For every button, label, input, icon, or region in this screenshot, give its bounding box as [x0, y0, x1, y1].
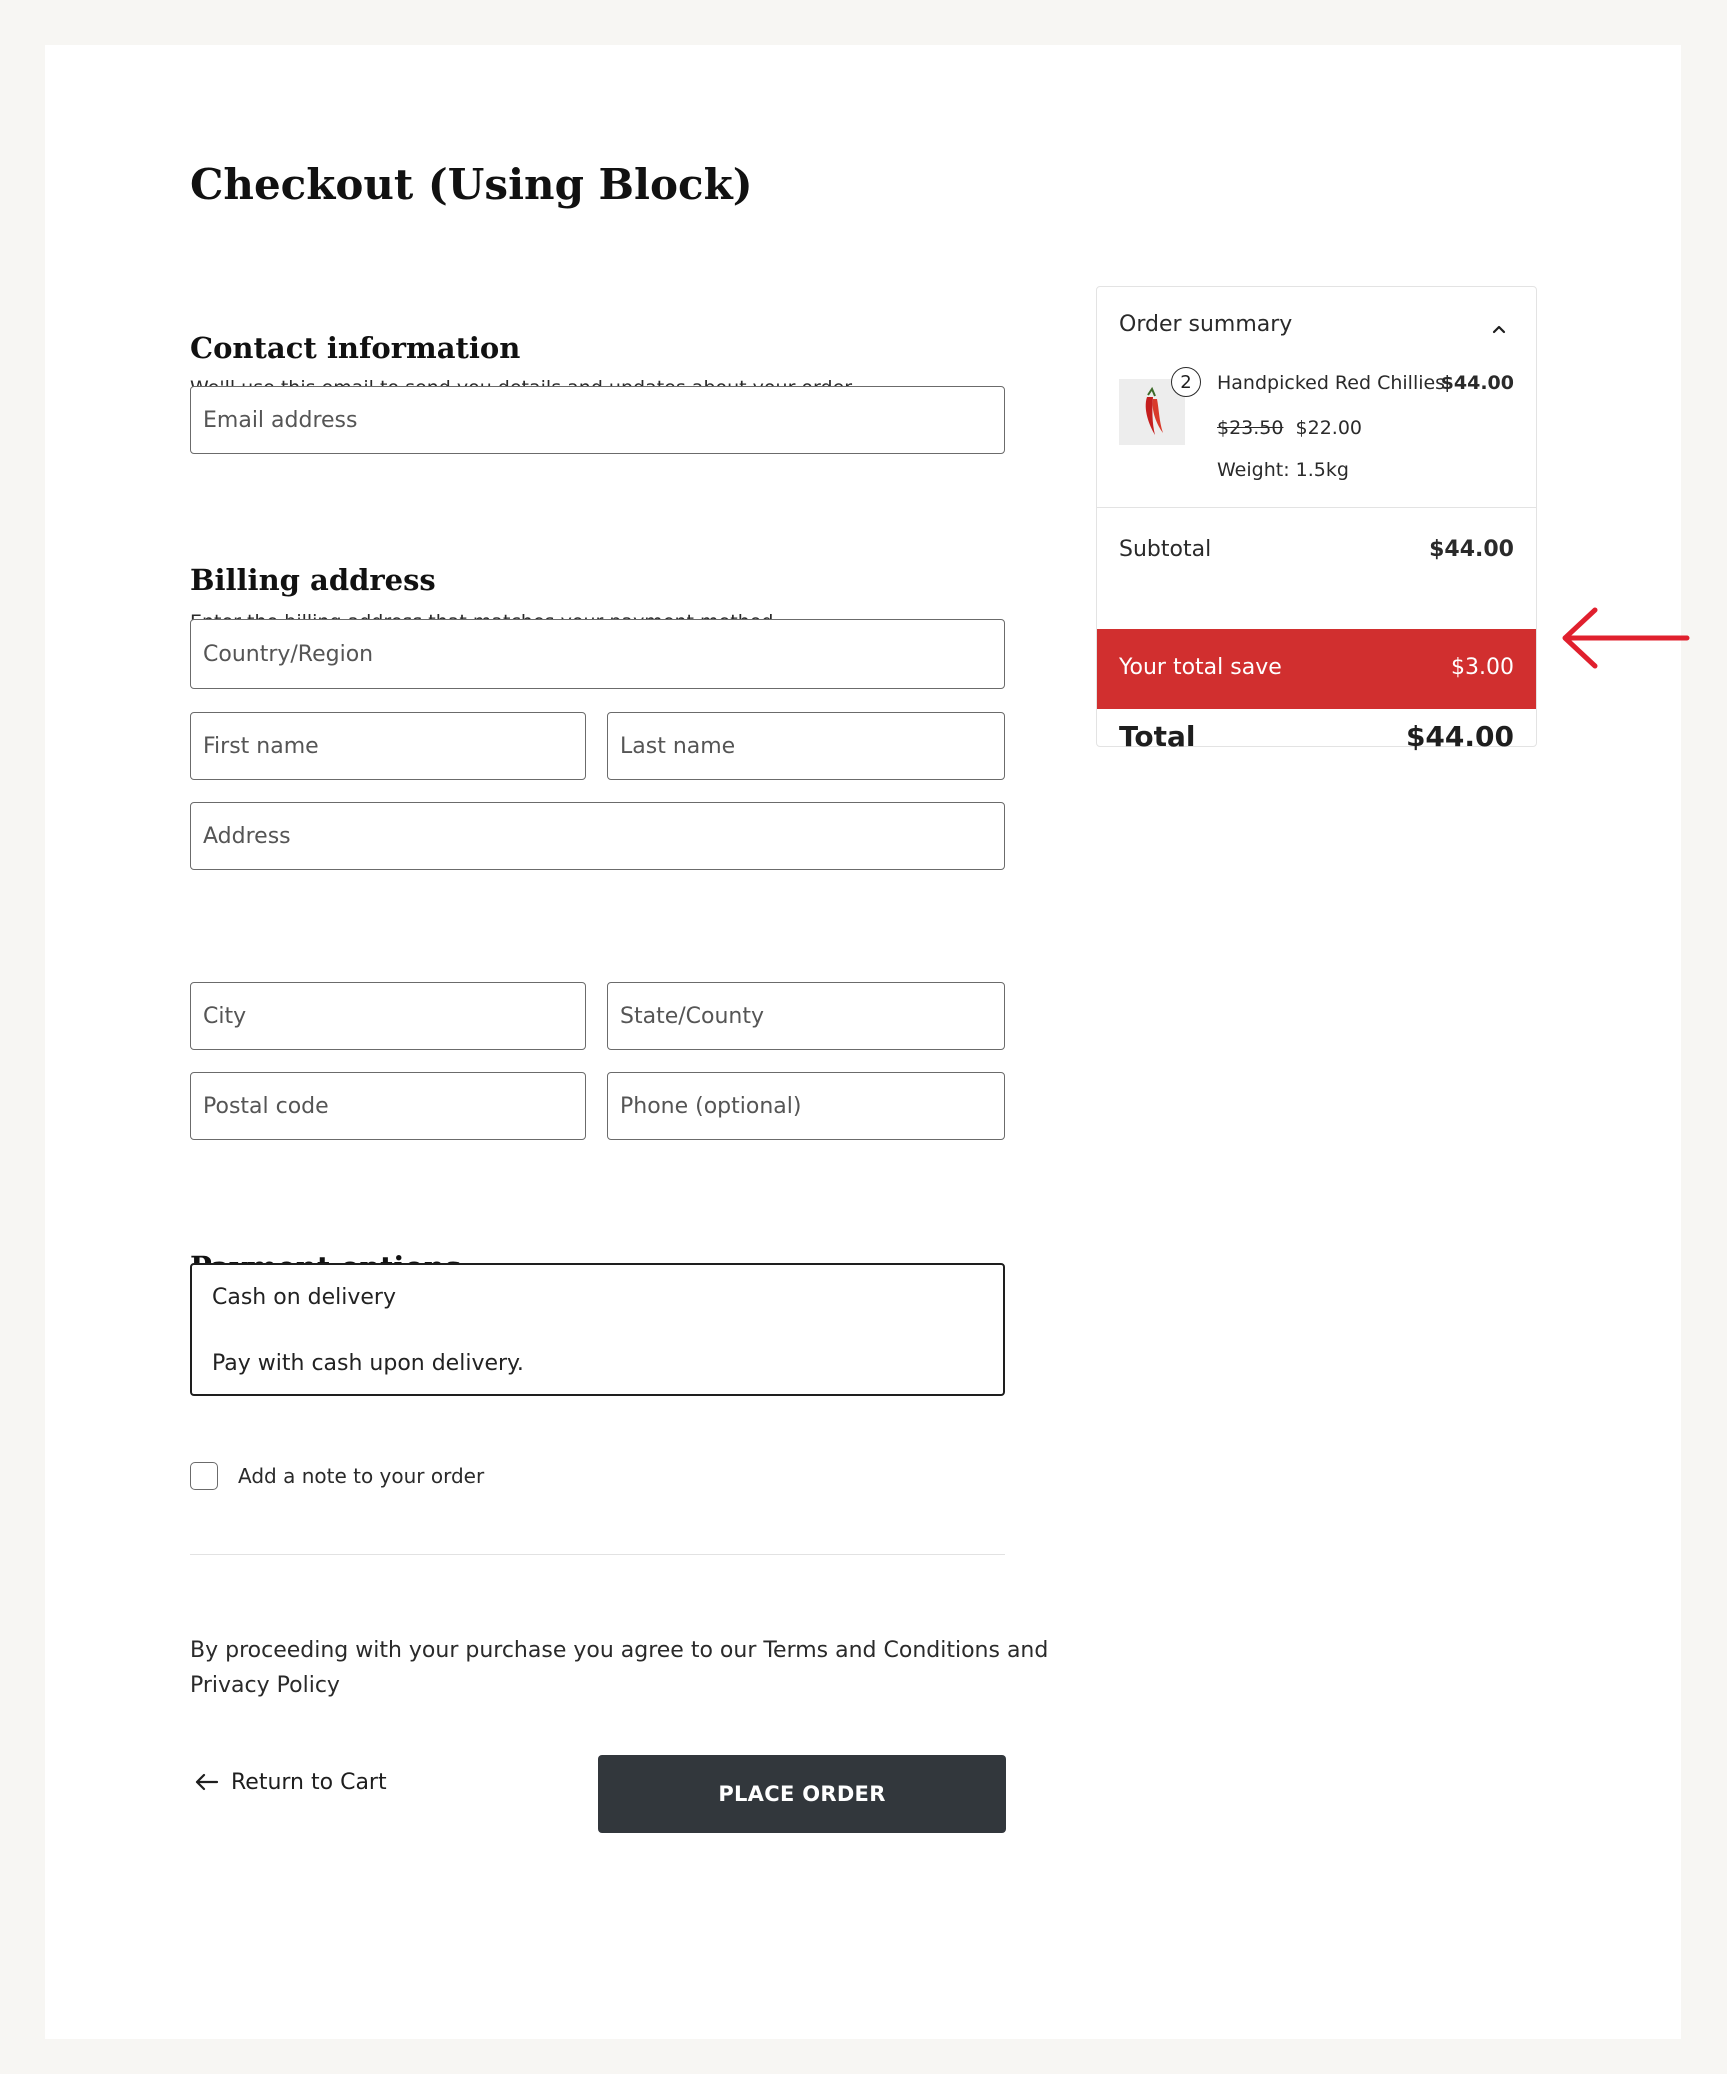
subtotal-value: $44.00 — [1429, 537, 1514, 562]
address-placeholder: Address — [203, 823, 291, 849]
total-save-value: $3.00 — [1451, 655, 1514, 680]
state-field[interactable]: State/County — [607, 982, 1005, 1050]
arrow-left-annotation-icon — [1555, 603, 1695, 673]
state-placeholder: State/County — [620, 1003, 764, 1029]
form-divider — [190, 1554, 1005, 1555]
sale-price: $22.00 — [1295, 417, 1363, 439]
total-save-row: Your total save $3.00 — [1097, 629, 1536, 709]
return-to-cart-link[interactable]: Return to Cart — [193, 1762, 387, 1802]
payment-option-cod[interactable]: Cash on delivery Pay with cash upon deli… — [190, 1263, 1005, 1396]
phone-field[interactable]: Phone (optional) — [607, 1072, 1005, 1140]
postal-code-placeholder: Postal code — [203, 1093, 329, 1119]
terms-text: By proceeding with your purchase you agr… — [190, 1633, 1048, 1703]
email-field[interactable]: Email address — [190, 386, 1005, 454]
billing-heading: Billing address — [190, 563, 436, 597]
payment-method-label: Cash on delivery — [212, 1285, 396, 1310]
postal-code-field[interactable]: Postal code — [190, 1072, 586, 1140]
country-placeholder: Country/Region — [203, 641, 374, 667]
phone-placeholder: Phone (optional) — [620, 1093, 802, 1119]
product-meta: Weight: 1.5kg — [1217, 459, 1349, 481]
payment-method-description: Pay with cash upon delivery. — [212, 1351, 524, 1376]
city-placeholder: City — [203, 1003, 247, 1029]
terms-line-1: By proceeding with your purchase you agr… — [190, 1638, 1049, 1663]
return-to-cart-label: Return to Cart — [231, 1769, 387, 1795]
arrow-left-icon — [193, 1772, 219, 1792]
total-value: $44.00 — [1405, 720, 1514, 753]
first-name-field[interactable]: First name — [190, 712, 586, 780]
total-label: Total — [1119, 720, 1196, 753]
order-summary-panel: Order summary 2 Handpicked Red Chillies … — [1096, 286, 1537, 753]
place-order-button[interactable]: PLACE ORDER — [598, 1755, 1006, 1833]
page-title: Checkout (Using Block) — [190, 160, 753, 209]
first-name-placeholder: First name — [203, 733, 319, 759]
country-field[interactable]: Country/Region — [190, 619, 1005, 689]
order-note-checkbox[interactable] — [190, 1462, 218, 1490]
checkout-page: Checkout (Using Block) Contact informati… — [45, 45, 1690, 2039]
last-name-placeholder: Last name — [620, 733, 736, 759]
chevron-up-icon[interactable] — [1489, 319, 1509, 339]
terms-line-2: Privacy Policy — [190, 1673, 340, 1698]
order-summary-heading: Order summary — [1119, 312, 1293, 337]
quantity-badge: 2 — [1171, 367, 1201, 397]
place-order-label: PLACE ORDER — [718, 1782, 886, 1806]
product-line-total: $44.00 — [1440, 372, 1514, 394]
product-prices: $23.50 $22.00 — [1217, 417, 1362, 439]
last-name-field[interactable]: Last name — [607, 712, 1005, 780]
subtotal-label: Subtotal — [1119, 537, 1212, 562]
email-placeholder: Email address — [203, 407, 358, 433]
contact-heading: Contact information — [190, 331, 521, 365]
regular-price: $23.50 — [1217, 417, 1284, 439]
city-field[interactable]: City — [190, 982, 586, 1050]
order-note-label: Add a note to your order — [238, 1464, 485, 1488]
address-field[interactable]: Address — [190, 802, 1005, 870]
total-save-label: Your total save — [1119, 655, 1282, 680]
summary-divider — [1097, 507, 1536, 508]
product-name: Handpicked Red Chillies — [1217, 372, 1446, 394]
